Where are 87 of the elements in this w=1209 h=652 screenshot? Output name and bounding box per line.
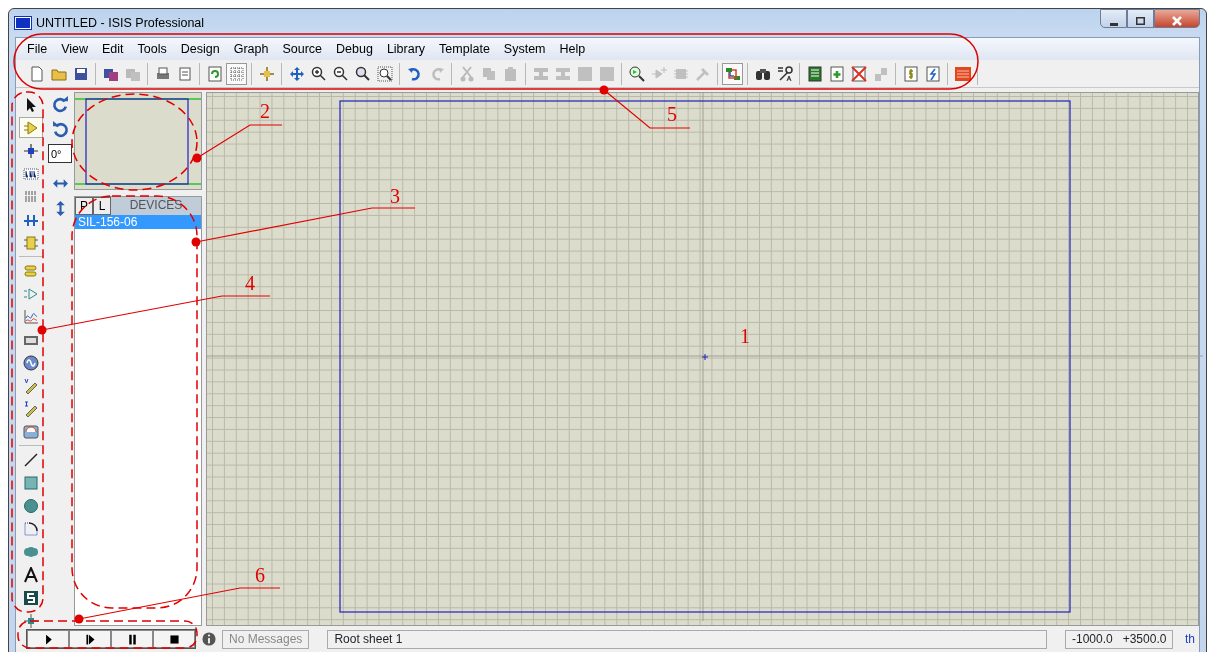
- junction-dot-icon: [23, 142, 39, 159]
- menu-item[interactable]: View: [54, 38, 96, 60]
- pin-icon: [23, 285, 39, 302]
- make-device-icon: [650, 65, 667, 82]
- current-probe-icon: [23, 400, 39, 417]
- picker-tab[interactable]: L: [93, 197, 111, 215]
- maximize-icon: [1136, 16, 1145, 25]
- angle-field[interactable]: 0°: [48, 144, 72, 163]
- sheet-list-icon: [806, 65, 823, 82]
- simulation-button[interactable]: [153, 630, 195, 648]
- terminal-icon: [23, 262, 39, 279]
- circle-icon: [23, 497, 39, 514]
- app-logo-icon: [15, 17, 31, 29]
- square-icon: [598, 65, 615, 82]
- letter-icon: [23, 566, 39, 583]
- sheet-remove-icon: [850, 65, 867, 82]
- x-coordinate: -1000.0: [1072, 630, 1113, 648]
- minimize-button[interactable]: [1100, 9, 1127, 28]
- goto-child-icon: [872, 65, 889, 82]
- square-icon: [576, 65, 593, 82]
- document-icon: [176, 65, 193, 82]
- text-lines-icon: [23, 188, 39, 205]
- chip-icon: [23, 234, 39, 251]
- menu-item[interactable]: Design: [173, 38, 227, 60]
- symbol-icon: [23, 589, 39, 606]
- menu-item[interactable]: Debug: [329, 38, 380, 60]
- menu-item[interactable]: Help: [552, 38, 593, 60]
- block-icon: [532, 65, 549, 82]
- printer-icon: [154, 65, 171, 82]
- menu-item[interactable]: Source: [275, 38, 330, 60]
- zoom-in-icon: [310, 65, 327, 82]
- refresh-icon: [206, 65, 223, 82]
- wires-icon: [724, 65, 741, 82]
- menu-item[interactable]: Graph: [226, 38, 276, 60]
- simulation-button[interactable]: [27, 630, 69, 648]
- undo-icon: [406, 65, 423, 82]
- rotate-cw-icon: [51, 96, 69, 113]
- crosshair-icon: [258, 65, 275, 82]
- y-coordinate: +3500.0: [1122, 630, 1167, 648]
- magnifier-icon: [354, 65, 371, 82]
- units-label: th: [1185, 631, 1195, 648]
- page-icon: [28, 65, 45, 82]
- menu-item[interactable]: Tools: [130, 38, 174, 60]
- rotate-ccw-icon: [51, 121, 69, 138]
- zoom-area-icon: [376, 65, 393, 82]
- menu-item[interactable]: System: [496, 38, 553, 60]
- simulation-button[interactable]: [111, 630, 153, 648]
- menu-item[interactable]: Edit: [95, 38, 131, 60]
- move-arrows-icon: [288, 65, 305, 82]
- sheet-add-icon: [828, 65, 845, 82]
- simulation-button[interactable]: [69, 630, 111, 648]
- line-icon: [23, 451, 39, 468]
- minimize-icon: [1109, 23, 1118, 27]
- block-icon: [554, 65, 571, 82]
- square-icon: [23, 474, 39, 491]
- copy-icon: [480, 65, 497, 82]
- stop-icon: [167, 632, 181, 646]
- close-icon: [1172, 15, 1182, 26]
- hammer-icon: [694, 65, 711, 82]
- zoom-out-icon: [332, 65, 349, 82]
- grid-icon: [228, 65, 245, 82]
- clipboard-icon: [502, 65, 519, 82]
- voltage-probe-icon: [23, 377, 39, 394]
- window-title: UNTITLED - ISIS Professional: [36, 14, 205, 32]
- arc-icon: [23, 520, 39, 537]
- info-icon: [202, 632, 216, 646]
- lightning-page-icon: [924, 65, 941, 82]
- step-icon: [83, 632, 97, 646]
- close-button[interactable]: [1154, 9, 1200, 28]
- component-icon: [23, 119, 39, 136]
- devices-header: DEVICES: [128, 197, 184, 214]
- scissors-icon: [458, 65, 475, 82]
- graph-icon: [23, 308, 39, 325]
- dollar-page-icon: [902, 65, 919, 82]
- menu-item[interactable]: File: [20, 38, 55, 60]
- picker-tab[interactable]: P: [75, 197, 93, 215]
- magnifier-icon: [628, 65, 645, 82]
- wave-icon: [23, 354, 39, 371]
- messages-status: No Messages: [222, 629, 310, 649]
- wrench-icon: [776, 65, 793, 82]
- maximize-button[interactable]: [1127, 9, 1154, 28]
- logo-icon: [954, 65, 971, 82]
- label-icon: [23, 165, 39, 182]
- menu-item[interactable]: Template: [432, 38, 497, 60]
- gauge-icon: [23, 423, 39, 440]
- sheet-status: Root sheet 1: [327, 629, 1047, 649]
- menu-item[interactable]: Library: [379, 38, 433, 60]
